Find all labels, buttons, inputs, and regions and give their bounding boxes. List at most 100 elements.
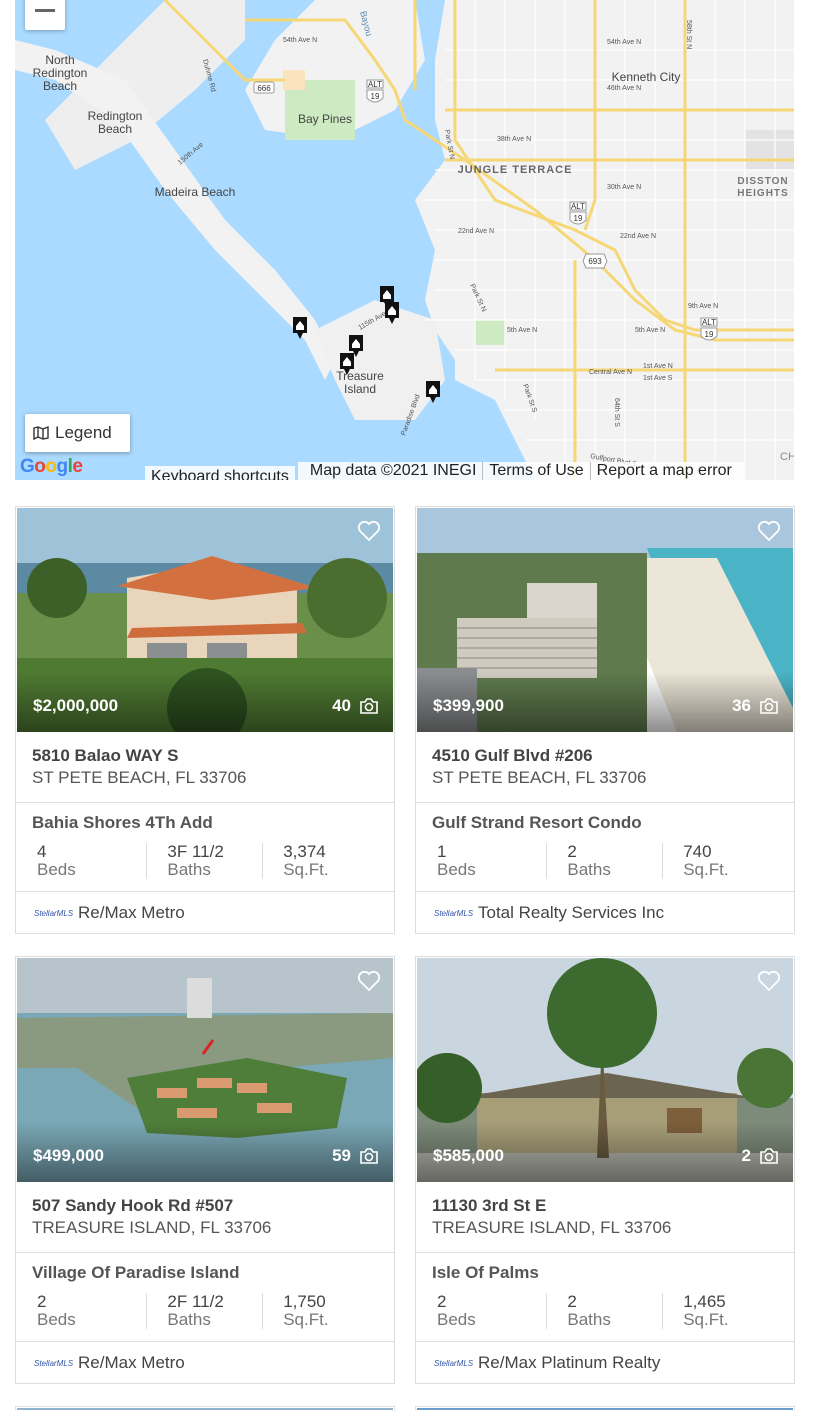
map-street-38th: 38th Ave N xyxy=(497,136,531,143)
sqft-stat: 1,465 Sq.Ft. xyxy=(662,1293,778,1329)
beds-stat: 4 Beds xyxy=(32,843,146,879)
listing-subdivision: Isle Of Palms xyxy=(432,1263,539,1282)
zoom-out-button[interactable] xyxy=(25,0,65,30)
baths-value: 2 xyxy=(567,842,577,861)
camera-icon xyxy=(760,1148,778,1164)
map-street-22nd-b: 22nd Ave N xyxy=(620,233,656,240)
listing-photo[interactable]: $2,000,000 40 xyxy=(17,508,393,732)
stellar-mls-logo: StellarMLS xyxy=(434,1358,474,1368)
listing-address[interactable]: 4510 Gulf Blvd #206 ST PETE BEACH, FL 33… xyxy=(416,733,794,803)
map-route-alt-3: ALT xyxy=(702,318,716,327)
listing-address[interactable]: 5810 Balao WAY S ST PETE BEACH, FL 33706 xyxy=(16,733,394,803)
listing-card-partial[interactable] xyxy=(15,1406,395,1410)
beds-value: 2 xyxy=(37,1292,47,1311)
map-route-666: 666 xyxy=(257,84,271,93)
legend-button[interactable]: Legend xyxy=(25,414,130,452)
photo-count-value: 59 xyxy=(332,1146,351,1165)
photo-count: 40 xyxy=(332,696,379,716)
favorite-heart-icon[interactable] xyxy=(757,970,781,992)
listing-subdivision: Bahia Shores 4Th Add xyxy=(32,813,213,832)
listing-city: TREASURE ISLAND, FL 33706 xyxy=(432,1218,672,1237)
stellar-mls-logo: StellarMLS xyxy=(434,908,474,918)
listing-subdivision: Gulf Strand Resort Condo xyxy=(432,813,642,832)
baths-stat: 2 Baths xyxy=(546,843,662,879)
listing-photo[interactable]: $585,000 2 xyxy=(417,958,793,1182)
beds-stat: 2 Beds xyxy=(32,1293,146,1329)
baths-label: Baths xyxy=(167,1310,211,1329)
listing-info: Isle Of Palms 2 Beds 2 Baths 1,465 Sq.Ft. xyxy=(416,1253,794,1342)
listing-card[interactable]: $585,000 2 11130 3rd St E TREASURE ISLAN… xyxy=(415,956,795,1384)
listing-street: 11130 3rd St E xyxy=(432,1196,547,1215)
baths-value: 2 xyxy=(567,1292,577,1311)
photo-count: 36 xyxy=(732,696,779,716)
legend-label: Legend xyxy=(55,423,112,442)
listing-photo[interactable]: $499,000 59 xyxy=(17,958,393,1182)
map-footer: Keyboard shortcuts Map data ©2021 INEGI … xyxy=(145,462,744,480)
listing-broker: StellarMLS Re/Max Metro xyxy=(16,893,394,933)
sqft-label: Sq.Ft. xyxy=(683,860,729,879)
terms-of-use-link[interactable]: Terms of Use xyxy=(482,462,589,480)
listing-city: ST PETE BEACH, FL 33706 xyxy=(432,768,647,787)
google-logo: Google xyxy=(20,456,83,477)
favorite-heart-icon[interactable] xyxy=(357,970,381,992)
broker-name: Total Realty Services Inc xyxy=(478,903,665,922)
map-canvas[interactable]: 666 ALT 19 ALT 19 693 ALT 19 North Reding… xyxy=(15,0,794,480)
stellar-mls-logo: StellarMLS xyxy=(34,1358,74,1368)
sqft-value: 1,750 xyxy=(283,1292,326,1311)
sqft-stat: 3,374 Sq.Ft. xyxy=(262,843,378,879)
map-label-kenneth-city: Kenneth City xyxy=(612,70,681,84)
map[interactable]: 666 ALT 19 ALT 19 693 ALT 19 North Reding… xyxy=(15,0,794,480)
map-label-ch: CH xyxy=(780,451,794,463)
map-route-19-3: 19 xyxy=(705,330,714,339)
listing-price: $2,000,000 xyxy=(33,696,119,715)
beds-label: Beds xyxy=(437,860,476,879)
map-street-9th: 9th Ave N xyxy=(688,303,718,310)
map-label-bay-pines: Bay Pines xyxy=(298,112,352,126)
map-route-19-2: 19 xyxy=(574,214,583,223)
listing-city: TREASURE ISLAND, FL 33706 xyxy=(32,1218,272,1237)
sqft-stat: 1,750 Sq.Ft. xyxy=(262,1293,378,1329)
listing-card-partial[interactable] xyxy=(415,1406,795,1410)
beds-value: 1 xyxy=(437,842,447,861)
map-street-64th: 64th St S xyxy=(613,398,620,427)
map-route-alt: ALT xyxy=(368,80,382,89)
listing-photo[interactable]: $399,900 36 xyxy=(417,508,793,732)
beds-label: Beds xyxy=(437,1310,476,1329)
beds-value: 2 xyxy=(437,1292,447,1311)
beds-stat: 2 Beds xyxy=(432,1293,546,1329)
favorite-heart-icon[interactable] xyxy=(757,520,781,542)
camera-icon xyxy=(760,698,778,714)
listing-info: Village Of Paradise Island 2 Beds 2F 11/2… xyxy=(16,1253,394,1342)
map-street-22nd: 22nd Ave N xyxy=(458,228,494,235)
photo-count-value: 40 xyxy=(332,696,351,715)
listing-address[interactable]: 11130 3rd St E TREASURE ISLAND, FL 33706 xyxy=(416,1183,794,1253)
camera-icon xyxy=(360,1148,378,1164)
map-route-19: 19 xyxy=(371,92,380,101)
photo-count-value: 36 xyxy=(732,696,751,715)
listing-card[interactable]: $2,000,000 40 5810 Balao WAY S ST PETE B… xyxy=(15,506,395,934)
listing-card[interactable]: $399,900 36 4510 Gulf Blvd #206 ST PETE … xyxy=(415,506,795,934)
listing-address[interactable]: 507 Sandy Hook Rd #507 TREASURE ISLAND, … xyxy=(16,1183,394,1253)
sqft-value: 1,465 xyxy=(683,1292,726,1311)
map-street-54th: 54th Ave N xyxy=(283,37,317,44)
stellar-mls-logo: StellarMLS xyxy=(34,908,74,918)
baths-value: 3F 11/2 xyxy=(167,842,224,861)
listing-street: 4510 Gulf Blvd #206 xyxy=(432,746,593,765)
listing-subdivision: Village Of Paradise Island xyxy=(32,1263,240,1282)
listing-card[interactable]: $499,000 59 507 Sandy Hook Rd #507 TREAS… xyxy=(15,956,395,1384)
favorite-heart-icon[interactable] xyxy=(357,520,381,542)
beds-value: 4 xyxy=(37,842,47,861)
listing-info: Bahia Shores 4Th Add 4 Beds 3F 11/2 Baths … xyxy=(16,803,394,892)
keyboard-shortcuts-link[interactable]: Keyboard shortcuts xyxy=(145,466,295,480)
map-icon xyxy=(33,426,49,440)
report-map-error-link[interactable]: Report a map error xyxy=(589,462,738,480)
map-street-1st-n: 1st Ave N xyxy=(643,363,673,370)
beds-stat: 1 Beds xyxy=(432,843,546,879)
map-street-58th: 58th St N xyxy=(685,20,692,49)
map-street-central: Central Ave N xyxy=(589,369,632,376)
map-data-attribution: Map data ©2021 INEGI xyxy=(309,462,477,479)
map-label-jungle-terrace: JUNGLE TERRACE xyxy=(458,164,573,176)
broker-name: Re/Max Platinum Realty xyxy=(478,1353,661,1372)
map-route-alt-2: ALT xyxy=(571,202,585,211)
sqft-stat: 740 Sq.Ft. xyxy=(662,843,778,879)
